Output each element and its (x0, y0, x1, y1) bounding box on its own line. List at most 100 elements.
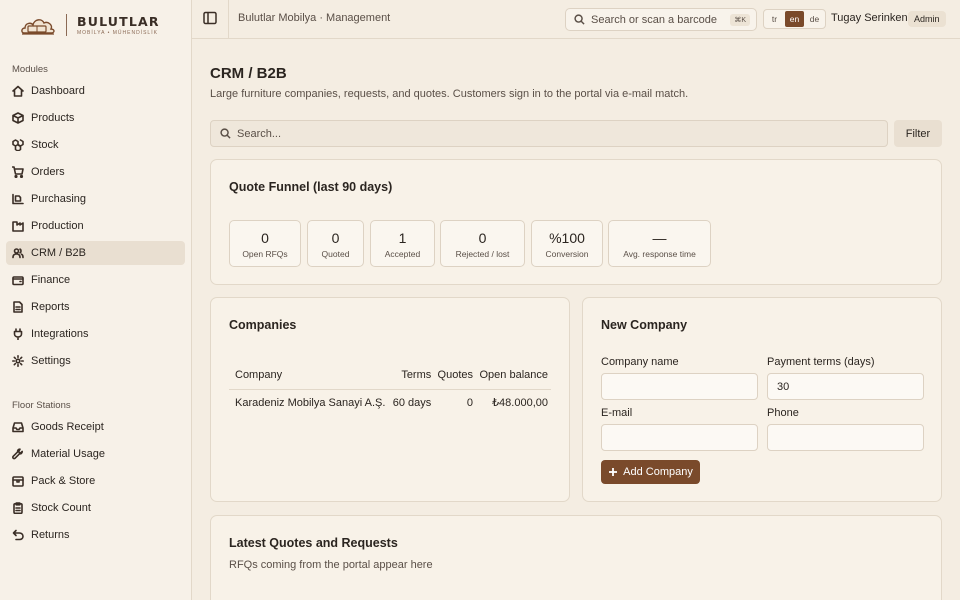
sidebar-item-crm-b2b[interactable]: CRM / B2B (6, 241, 185, 265)
language-switcher: tr en de (763, 9, 826, 29)
sidebar-item-returns[interactable]: Returns (6, 523, 185, 547)
companies-table: Company Terms Quotes Open balance Karade… (229, 362, 551, 416)
sidebar-toggle-icon (203, 11, 217, 25)
new-company-title: New Company (601, 318, 688, 332)
latest-quotes-card: Latest Quotes and Requests RFQs coming f… (210, 515, 942, 600)
companies-card: Companies Company Terms Quotes Open bala… (210, 297, 570, 502)
latest-quotes-title: Latest Quotes and Requests (229, 536, 398, 550)
sidebar-item-goods-receipt[interactable]: Goods Receipt (6, 415, 185, 439)
companies-title: Companies (229, 318, 297, 332)
sidebar-item-label: Stock Count (31, 502, 91, 514)
sidebar-item-stock[interactable]: Stock (6, 133, 185, 157)
sidebar-item-label: Products (31, 112, 75, 124)
gear-icon (12, 355, 24, 367)
user-role-badge: Admin (908, 11, 946, 27)
sidebar-item-reports[interactable]: Reports (6, 295, 185, 319)
logo-divider (66, 14, 67, 36)
floor-stations-nav: Goods Receipt Material Usage Pack & Stor… (6, 415, 185, 550)
breadcrumb: Bulutlar Mobilya · Management (238, 12, 391, 24)
table-row[interactable]: Karadeniz Mobilya Sanayi A.Ş. 60 days 0 … (229, 389, 551, 416)
sidebar-item-label: Dashboard (31, 85, 85, 97)
phone-field[interactable] (767, 424, 924, 451)
company-search-input[interactable] (237, 127, 887, 140)
sidebar-item-purchasing[interactable]: Purchasing (6, 187, 185, 211)
table-header-row: Company Terms Quotes Open balance (229, 362, 551, 390)
wallet-icon (12, 276, 24, 286)
stat-value: 0 (331, 230, 340, 246)
sidebar-item-finance[interactable]: Finance (6, 268, 185, 292)
user-name[interactable]: Tugay Serinken (831, 12, 908, 24)
quote-funnel-title: Quote Funnel (last 90 days) (229, 180, 393, 194)
global-search-input[interactable]: Search or scan a barcode ⌘K (565, 8, 757, 31)
column-header-quotes[interactable]: Quotes (434, 362, 476, 390)
cell-open-balance: ₺48.000,00 (492, 397, 548, 410)
stat-label: Open RFQs (242, 249, 288, 259)
sidebar-item-label: Returns (31, 529, 70, 541)
clipboard-icon (13, 502, 23, 514)
sidebar-toggle-button[interactable] (203, 11, 219, 27)
sidebar-item-label: Production (31, 220, 84, 232)
search-icon (220, 128, 231, 139)
brand-title: BULUTLAR (77, 14, 160, 29)
sidebar-item-label: Orders (31, 166, 65, 178)
stat-label: Quoted (321, 249, 350, 259)
stat-value: — (652, 230, 667, 246)
column-header-open-balance[interactable]: Open balance (476, 362, 551, 390)
stat-value: 1 (398, 230, 407, 246)
stat-value: 0 (478, 230, 487, 246)
file-text-icon (13, 301, 23, 313)
sidebar-item-integrations[interactable]: Integrations (6, 322, 185, 346)
add-company-label: Add Company (623, 466, 693, 478)
cell-terms: 60 days (392, 396, 432, 409)
cart-icon (12, 166, 24, 178)
language-option-en[interactable]: en (785, 11, 804, 27)
company-search-bar (210, 120, 888, 147)
box-icon (12, 112, 24, 124)
sidebar-item-products[interactable]: Products (6, 106, 185, 130)
inbox-icon (12, 422, 24, 433)
stat-accepted: 1 Accepted (370, 220, 435, 267)
search-icon (574, 14, 585, 25)
users-icon (12, 248, 24, 259)
sidebar-item-label: Stock (31, 139, 59, 151)
page-title: CRM / B2B (210, 65, 287, 82)
column-header-company[interactable]: Company (229, 362, 390, 390)
plug-icon (13, 328, 23, 340)
sidebar-item-label: Integrations (31, 328, 89, 340)
global-search-placeholder: Search or scan a barcode (591, 13, 717, 26)
email-field[interactable] (601, 424, 758, 451)
email-label: E-mail (601, 407, 633, 419)
quote-funnel-card: Quote Funnel (last 90 days) 0 Open RFQs … (210, 159, 942, 285)
sidebar-item-material-usage[interactable]: Material Usage (6, 442, 185, 466)
company-name-field[interactable] (601, 373, 758, 400)
brand-subtitle: MOBİLYA • MÜHENDİSLİK (77, 30, 158, 36)
sidebar-item-pack-store[interactable]: Pack & Store (6, 469, 185, 493)
page-description: Large furniture companies, requests, and… (210, 88, 689, 100)
stat-label: Rejected / lost (455, 249, 510, 259)
keyboard-shortcut-badge: ⌘K (730, 13, 750, 26)
language-option-tr[interactable]: tr (765, 11, 784, 27)
sidebar-item-dashboard[interactable]: Dashboard (6, 79, 185, 103)
sidebar-item-settings[interactable]: Settings (6, 349, 185, 373)
add-company-button[interactable]: Add Company (601, 460, 700, 484)
stat-avg-response-time: — Avg. response time (608, 220, 711, 267)
sidebar-item-label: Material Usage (31, 448, 105, 460)
sidebar-item-production[interactable]: Production (6, 214, 185, 238)
stat-conversion: %100 Conversion (531, 220, 603, 267)
language-option-de[interactable]: de (805, 11, 824, 27)
floor-stations-section-title: Floor Stations (12, 400, 71, 411)
cell-company: Karadeniz Mobilya Sanayi A.Ş. (235, 396, 386, 409)
payment-terms-field[interactable] (767, 373, 924, 400)
package-icon (12, 476, 24, 487)
brand-logo[interactable]: BULUTLAR MOBİLYA • MÜHENDİSLİK (0, 0, 191, 50)
truck-icon (12, 193, 24, 205)
sidebar-item-label: Settings (31, 355, 71, 367)
sidebar-item-orders[interactable]: Orders (6, 160, 185, 184)
column-header-terms[interactable]: Terms (389, 362, 435, 390)
sidebar-item-stock-count[interactable]: Stock Count (6, 496, 185, 520)
filter-button[interactable]: Filter (894, 120, 942, 147)
stat-label: Avg. response time (623, 249, 696, 259)
cloud-logo-icon (21, 19, 55, 35)
stat-rejected-lost: 0 Rejected / lost (440, 220, 525, 267)
phone-label: Phone (767, 407, 799, 419)
